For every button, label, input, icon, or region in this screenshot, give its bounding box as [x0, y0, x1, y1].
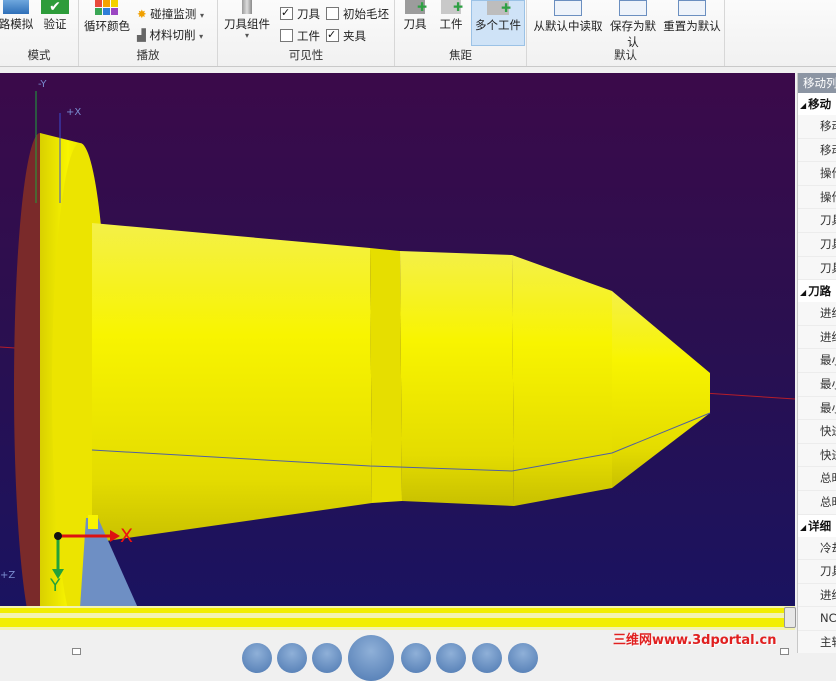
checkbox-tool[interactable]: 刀具	[280, 4, 320, 23]
list-item[interactable]: 移动	[798, 115, 836, 139]
focus-tool-icon: ✚	[405, 0, 427, 14]
tool-assembly-icon	[242, 0, 252, 14]
step-back-button[interactable]	[277, 643, 307, 673]
list-item[interactable]: 操作	[798, 162, 836, 186]
section-details[interactable]: ◢ 详细	[798, 514, 836, 537]
play-backward-button[interactable]	[312, 643, 342, 673]
simulation-timeline[interactable]	[0, 606, 796, 630]
material-cut-icon: ▟	[137, 28, 146, 42]
list-item[interactable]: 最小	[798, 396, 836, 421]
cycle-color-button[interactable]: 循环颜色	[83, 0, 131, 34]
graphics-viewport[interactable]: -Y +X +Z X Y	[0, 73, 795, 608]
checkbox-initial-blank-box[interactable]	[326, 7, 339, 20]
checkbox-workpiece-box[interactable]	[280, 29, 293, 42]
step-forward-button[interactable]	[436, 643, 466, 673]
mode-group-label: 模式	[27, 48, 51, 62]
timeline-slider-handle[interactable]	[784, 607, 796, 628]
list-item[interactable]: 刀具	[798, 560, 836, 584]
focus-group: ✚ 刀具 ✚ 工件 ✚ 多个工件 焦距	[395, 0, 527, 66]
checkbox-workpiece[interactable]: 工件	[280, 27, 320, 45]
list-item[interactable]: NC	[798, 607, 836, 631]
path-simulation-icon	[3, 0, 29, 14]
focus-workpiece-button[interactable]: ✚ 工件	[435, 0, 467, 32]
watermark-text: 三维网www.3dportal.cn	[613, 633, 777, 648]
axis-label-pos-z: +Z	[0, 570, 16, 581]
material-cut-button[interactable]: ▟ 材料切削 ▾	[137, 26, 203, 44]
collapse-icon[interactable]: ◢	[800, 523, 806, 532]
move-list-panel: 移动列表 ◢移动 移动 移动 操作 操作 刀具 刀具 刀具 ◢刀路 进给 进给 …	[797, 73, 836, 653]
color-grid-icon	[95, 0, 119, 16]
list-item[interactable]: 快进	[798, 420, 836, 444]
path-simulation-button[interactable]: 路模拟	[0, 0, 34, 32]
list-item[interactable]: 最小	[798, 349, 836, 373]
main-shaft	[92, 223, 372, 543]
list-item[interactable]: 总时	[798, 490, 836, 515]
axis-label-pos-x: +X	[66, 107, 82, 118]
ribbon-toolbar: 路模拟 ✔ 验证 模式 循环颜色 ✸ 碰撞监测 ▾ ▟ 材料切削 ▾ 播放 刀具…	[0, 0, 836, 67]
reset-default-icon	[678, 0, 706, 16]
first-frame-button[interactable]	[242, 643, 272, 673]
list-item[interactable]: 移动	[798, 138, 836, 163]
groove-section	[370, 248, 402, 503]
timeline-track-bottom	[0, 618, 790, 627]
axis-label-neg-y: -Y	[38, 79, 47, 90]
list-item[interactable]: 刀具	[798, 256, 836, 281]
defaults-group-label: 默认	[614, 48, 637, 62]
visibility-group-label: 可见性	[288, 48, 324, 62]
checkbox-tool-box[interactable]	[280, 4, 293, 22]
read-default-button[interactable]: 从默认中读取	[531, 0, 605, 34]
last-frame-button[interactable]	[472, 643, 502, 673]
speed-slider-handle[interactable]	[72, 648, 81, 655]
dropdown-arrow-icon: ▾	[244, 31, 249, 40]
playback-group-label: 播放	[136, 48, 160, 62]
list-item[interactable]: 最小	[798, 372, 836, 397]
triad-y-label: Y	[50, 576, 61, 596]
save-default-icon	[619, 0, 647, 16]
focus-multi-workpiece-icon: ✚	[487, 1, 511, 15]
save-default-button[interactable]: 保存为默认	[605, 0, 661, 50]
list-item[interactable]: 进给	[798, 325, 836, 350]
tool-assembly-button[interactable]: 刀具组件 ▾	[222, 0, 272, 40]
mode-group: 路模拟 ✔ 验证 模式	[0, 0, 79, 66]
checkmark-icon: ✔	[41, 0, 69, 14]
section-move[interactable]: ◢ 移动	[798, 93, 836, 115]
focus-workpiece-icon: ✚	[441, 0, 463, 14]
checkbox-fixture[interactable]: 夹具	[326, 26, 366, 45]
collapse-icon[interactable]: ◢	[800, 101, 806, 110]
timeline-track-top	[0, 608, 790, 613]
section-toolpath[interactable]: ◢ 刀路	[798, 280, 836, 303]
list-item[interactable]: 主轴	[798, 630, 836, 653]
dropdown-arrow-icon: ▾	[199, 11, 204, 20]
stop-button[interactable]	[508, 643, 538, 673]
panel-title: 移动列表	[798, 73, 836, 93]
reset-default-button[interactable]: 重置为默认	[663, 0, 721, 34]
list-item[interactable]: 操作	[798, 185, 836, 210]
collapse-icon[interactable]: ◢	[800, 288, 806, 297]
checkbox-fixture-box[interactable]	[326, 26, 339, 44]
focus-group-label: 焦距	[449, 48, 472, 62]
list-item[interactable]: 总时	[798, 467, 836, 491]
list-item[interactable]: 冷却	[798, 536, 836, 561]
focus-multi-workpiece-button[interactable]: ✚ 多个工件	[471, 0, 525, 46]
cone-tip	[612, 291, 710, 488]
verify-button[interactable]: ✔ 验证	[38, 0, 72, 32]
play-button[interactable]	[348, 635, 394, 681]
dropdown-arrow-icon: ▾	[199, 32, 204, 41]
visibility-group: 刀具组件 ▾ 刀具 初始毛坯 工件 夹具 可见性	[218, 0, 395, 66]
triad-x-label: X	[120, 525, 134, 547]
read-default-icon	[554, 0, 582, 16]
focus-tool-button[interactable]: ✚ 刀具	[399, 0, 431, 32]
list-item[interactable]: 刀具	[798, 232, 836, 257]
pause-button[interactable]	[401, 643, 431, 673]
list-item[interactable]: 进给	[798, 302, 836, 326]
playback-group: 循环颜色 ✸ 碰撞监测 ▾ ▟ 材料切削 ▾ 播放	[79, 0, 218, 66]
checkbox-initial-blank[interactable]: 初始毛坯	[326, 5, 389, 23]
list-item[interactable]: 进给	[798, 583, 836, 608]
collision-check-button[interactable]: ✸ 碰撞监测 ▾	[137, 5, 204, 23]
list-item[interactable]: 刀具	[798, 209, 836, 233]
burst-icon: ✸	[137, 7, 147, 21]
defaults-group: 从默认中读取 保存为默认 重置为默认 默认	[527, 0, 725, 66]
list-item[interactable]: 快进	[798, 443, 836, 468]
speed-slider-end[interactable]	[780, 648, 789, 655]
